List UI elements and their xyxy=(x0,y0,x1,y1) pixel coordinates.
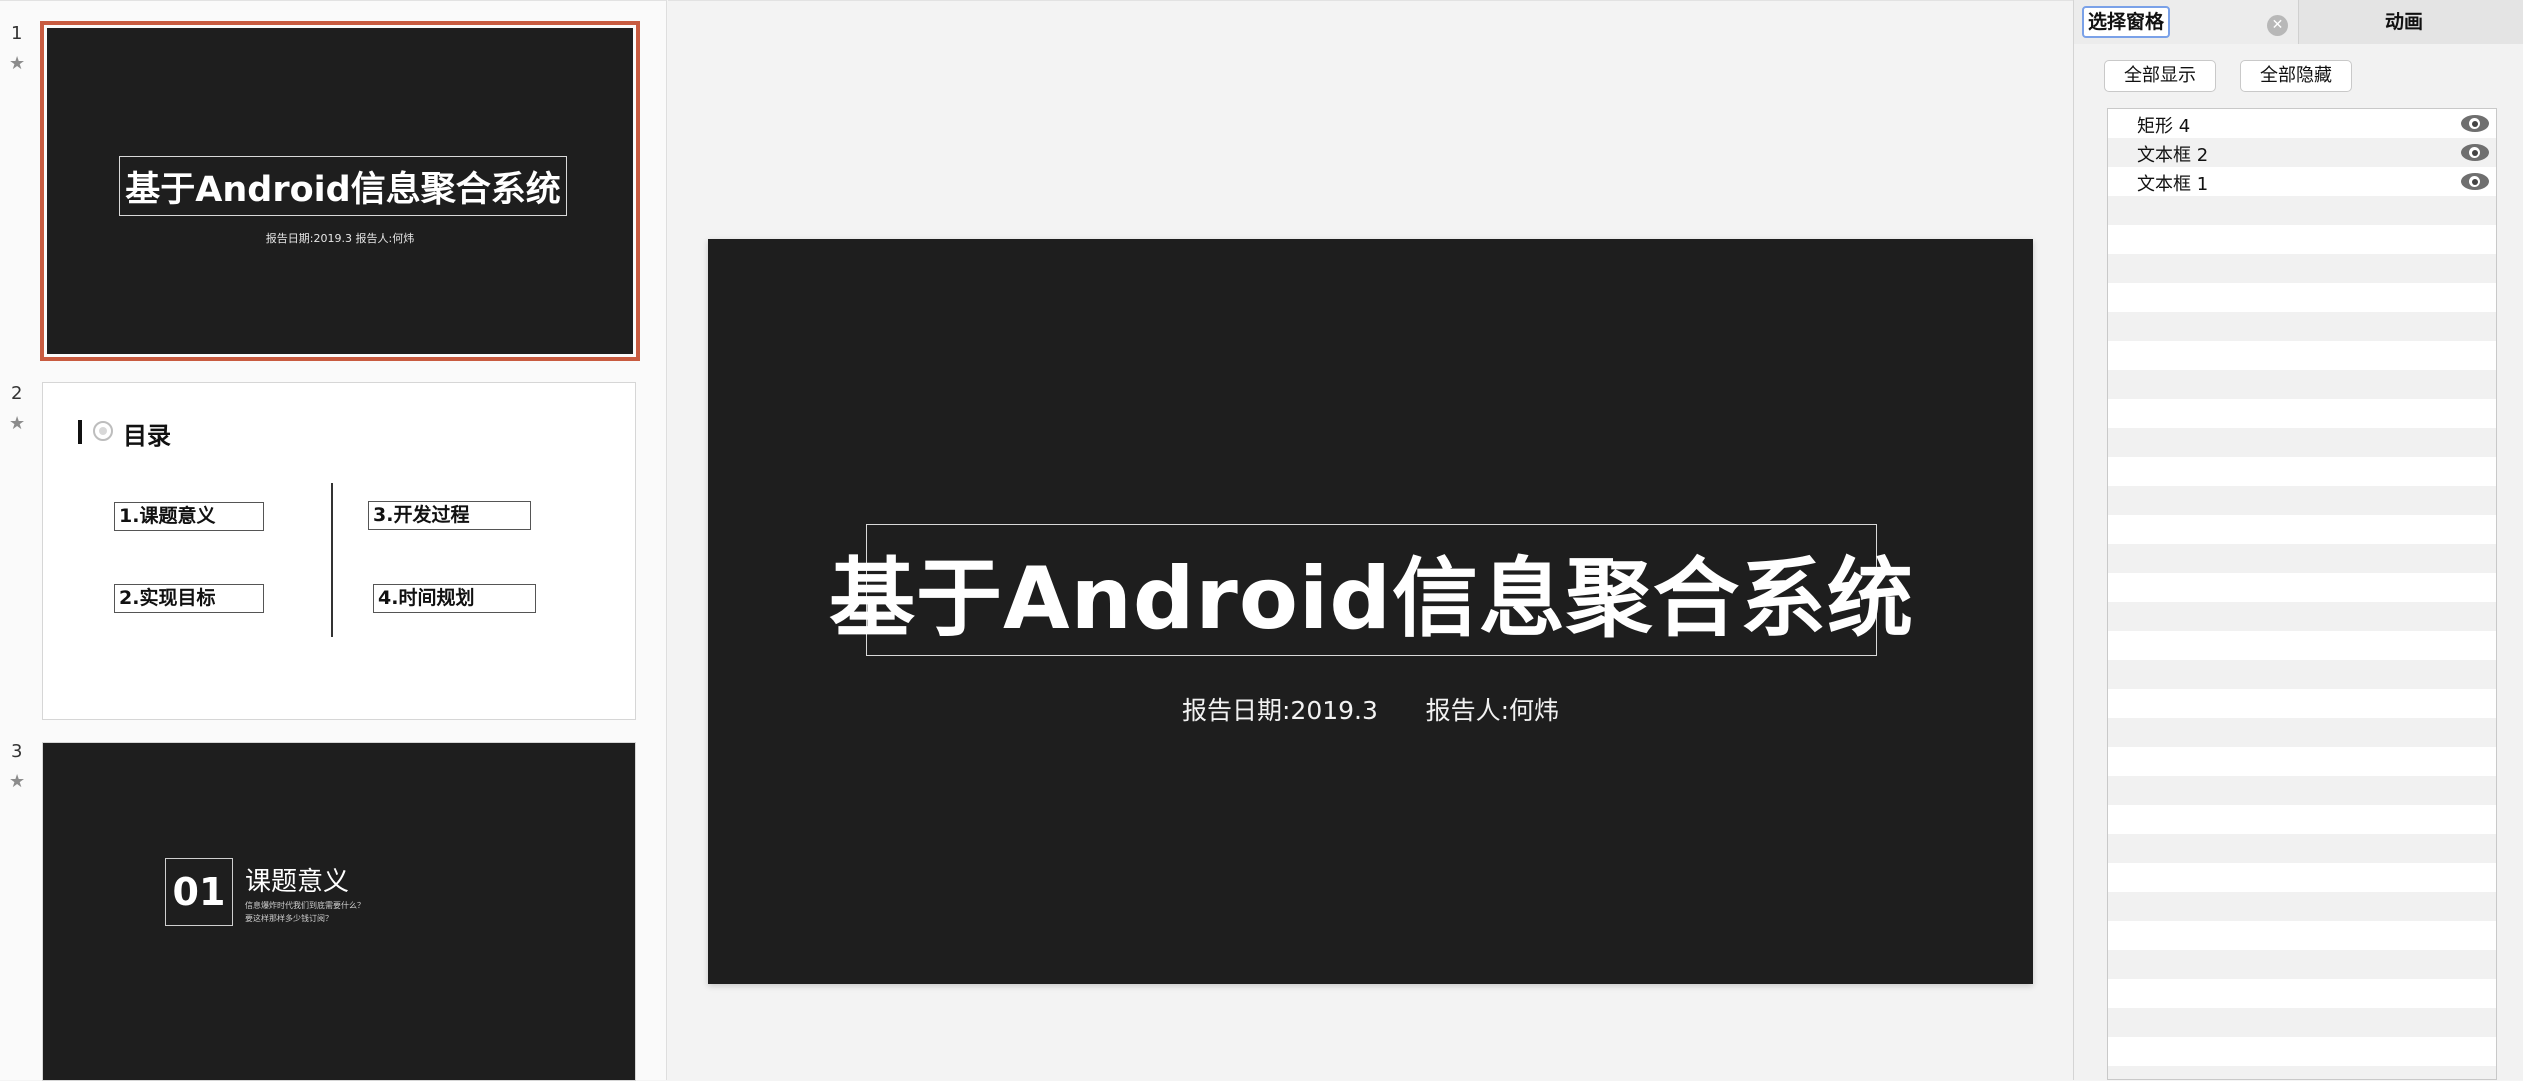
slide-thumbnail-panel: 1 ★ 基于Android信息聚合系统 报告日期:2019.3 报告人:何炜 2… xyxy=(0,0,667,1081)
star-icon: ★ xyxy=(9,413,26,434)
layer-name: 矩形 4 xyxy=(2137,116,2191,137)
selection-pane: 选择窗格 ✕ 动画 全部显示 全部隐藏 矩形 4 文本框 2 文本框 1 xyxy=(2073,0,2523,1080)
presentation-app: 1 ★ 基于Android信息聚合系统 报告日期:2019.3 报告人:何炜 2… xyxy=(0,0,2523,1081)
slide-background: 基于Android信息聚合系统 报告日期:2019.3 报告人:何炜 xyxy=(47,28,633,354)
toc-heading: 目录 xyxy=(123,422,171,450)
section-number-box: 01 xyxy=(165,858,233,926)
divider-line xyxy=(331,483,333,637)
current-slide[interactable]: 基于Android信息聚合系统 报告日期:2019.3 报告人:何炜 xyxy=(708,239,2033,984)
tab-selection-pane[interactable]: 选择窗格 xyxy=(2082,6,2171,38)
toc-item: 3.开发过程 xyxy=(368,501,531,530)
eye-icon[interactable] xyxy=(2461,144,2489,161)
layer-name: 文本框 2 xyxy=(2137,145,2209,166)
toc-item: 4.时间规划 xyxy=(373,584,536,613)
layer-row[interactable]: 矩形 4 xyxy=(2108,109,2496,138)
star-icon: ★ xyxy=(9,771,26,792)
slide-thumbnail-2[interactable]: 目录 1.课题意义 3.开发过程 2.实现目标 4.时间规划 xyxy=(42,382,636,720)
slide-editing-canvas: 基于Android信息聚合系统 报告日期:2019.3 报告人:何炜 xyxy=(668,0,2073,1080)
slide-title: 基于Android信息聚合系统 xyxy=(125,169,561,210)
bullet-circle-icon xyxy=(93,421,113,441)
show-all-button[interactable]: 全部显示 xyxy=(2104,60,2216,92)
title-textbox[interactable]: 基于Android信息聚合系统 xyxy=(829,524,1913,656)
title-textbox: 基于Android信息聚合系统 xyxy=(119,156,567,216)
eye-icon[interactable] xyxy=(2461,115,2489,132)
description-line: 信息爆炸时代我们到底需要什么？ xyxy=(245,901,365,910)
star-icon: ★ xyxy=(9,53,26,74)
section-description: 信息爆炸时代我们到底需要什么？ 要这样那样多少钱订阅？ xyxy=(245,899,365,925)
layer-row[interactable]: 文本框 1 xyxy=(2108,167,2496,196)
layer-name: 文本框 1 xyxy=(2137,174,2209,195)
toc-item: 1.课题意义 xyxy=(114,502,264,531)
accent-bar xyxy=(78,420,82,444)
slide-number: 2 xyxy=(11,383,23,404)
slide-number: 1 xyxy=(11,23,23,44)
slide-thumbnail-3[interactable]: 01 课题意义 信息爆炸时代我们到底需要什么？ 要这样那样多少钱订阅？ xyxy=(42,742,636,1081)
layer-row[interactable]: 文本框 2 xyxy=(2108,138,2496,167)
slide-title: 基于Android信息聚合系统 xyxy=(829,548,1914,649)
section-title: 课题意义 xyxy=(245,867,350,897)
slide-subtitle: 报告日期:2019.3 报告人:何炜 xyxy=(265,232,415,245)
close-icon[interactable]: ✕ xyxy=(2267,15,2288,36)
tab-animation[interactable]: 动画 xyxy=(2298,0,2523,44)
description-line: 要这样那样多少钱订阅？ xyxy=(245,914,333,923)
hide-all-button[interactable]: 全部隐藏 xyxy=(2240,60,2352,92)
slide-background: 01 课题意义 信息爆炸时代我们到底需要什么？ 要这样那样多少钱订阅？ xyxy=(43,743,635,1080)
eye-icon[interactable] xyxy=(2461,173,2489,190)
slide-subtitle[interactable]: 报告日期:2019.3 报告人:何炜 xyxy=(708,691,2033,727)
slide-number: 3 xyxy=(11,741,23,762)
slide-thumbnail-1[interactable]: 基于Android信息聚合系统 报告日期:2019.3 报告人:何炜 xyxy=(40,21,640,361)
slide-background: 目录 1.课题意义 3.开发过程 2.实现目标 4.时间规划 xyxy=(43,383,635,719)
layer-list: 矩形 4 文本框 2 文本框 1 xyxy=(2107,108,2497,1080)
pane-tab-bar: 选择窗格 ✕ 动画 xyxy=(2074,0,2523,44)
toc-item: 2.实现目标 xyxy=(114,584,264,613)
